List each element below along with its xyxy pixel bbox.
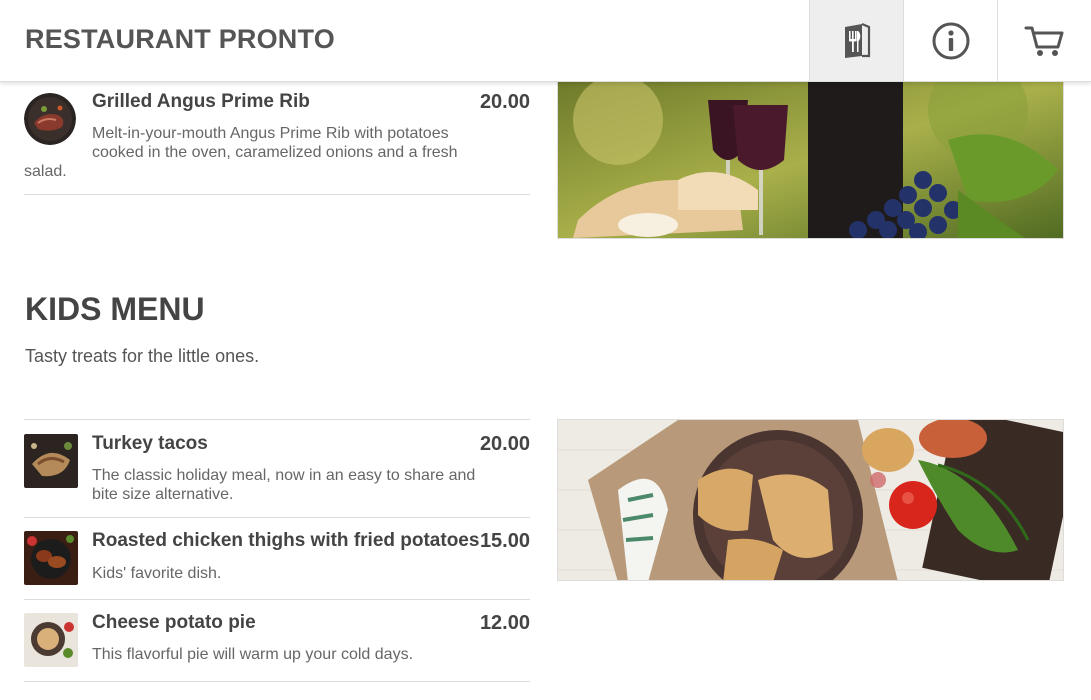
wine-bread-photo bbox=[557, 79, 1064, 239]
turkey-tacos-thumbnail bbox=[24, 434, 78, 488]
item-description-line: The classic holiday meal, now in an easy… bbox=[92, 467, 476, 484]
item-price: 20.00 bbox=[479, 91, 530, 113]
item-name: Roasted chicken thighs with fried potato… bbox=[92, 530, 480, 551]
item-description-line: bite size alternative. bbox=[92, 486, 234, 503]
cart-icon bbox=[1024, 23, 1066, 59]
item-description: This flavorful pie will warm up your col… bbox=[92, 646, 414, 663]
item-price: 12.00 bbox=[479, 612, 530, 634]
cart-nav-button[interactable] bbox=[997, 0, 1091, 81]
section-title-kids-menu: KIDS MENU bbox=[25, 291, 205, 327]
menu-book-icon bbox=[842, 22, 872, 59]
item-description: The classic holiday meal, now in an easy… bbox=[92, 466, 475, 504]
cheese-pie-thumbnail bbox=[24, 613, 78, 667]
app-header: RESTAURANT PRONTO bbox=[0, 0, 1091, 82]
restaurant-title: RESTAURANT PRONTO bbox=[25, 24, 335, 54]
section-subtitle: Tasty treats for the little ones. bbox=[25, 346, 260, 366]
item-description-line: cooked in the oven, caramelized onions a… bbox=[92, 144, 458, 161]
cheese-pie-photo bbox=[557, 419, 1064, 581]
item-description: Melt-in-your-mouth Angus Prime Rib with … bbox=[24, 124, 458, 181]
menu-item-turkey-tacos[interactable]: Turkey tacos 20.00 The classic holiday m… bbox=[24, 420, 530, 518]
info-nav-button[interactable] bbox=[903, 0, 997, 81]
info-icon bbox=[931, 21, 971, 61]
item-name: Turkey tacos bbox=[92, 433, 208, 454]
menu-item-roasted-chicken[interactable]: Roasted chicken thighs with fried potato… bbox=[24, 518, 530, 600]
item-price: 15.00 bbox=[479, 530, 530, 552]
menu-item-cheese-potato-pie[interactable]: Cheese potato pie 12.00 This flavorful p… bbox=[24, 600, 530, 682]
menu-item-prime-rib[interactable]: Grilled Angus Prime Rib 20.00 Melt-in-yo… bbox=[24, 81, 530, 195]
item-price: 20.00 bbox=[479, 433, 530, 455]
roasted-chicken-thumbnail bbox=[24, 531, 78, 585]
item-description: Kids' favorite dish. bbox=[92, 565, 222, 582]
menu-nav-button[interactable] bbox=[809, 0, 903, 81]
item-name: Grilled Angus Prime Rib bbox=[92, 91, 310, 112]
item-description-line: salad. bbox=[24, 163, 67, 180]
header-nav bbox=[809, 0, 1091, 81]
item-description-line: Melt-in-your-mouth Angus Prime Rib with … bbox=[92, 125, 449, 142]
item-name: Cheese potato pie bbox=[92, 612, 256, 633]
